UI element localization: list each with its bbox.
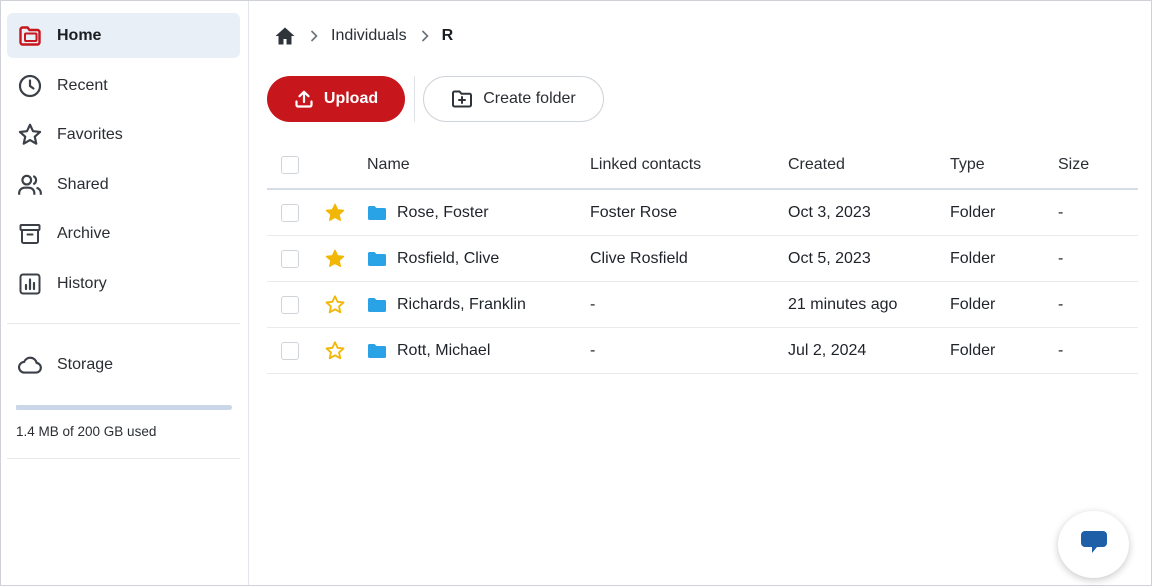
row-type: Folder bbox=[950, 249, 996, 267]
table-row[interactable]: Rosfield, Clive Clive Rosfield Oct 5, 2023… bbox=[267, 236, 1138, 282]
table-row[interactable]: Rose, Foster Foster Rose Oct 3, 2023 Folder… bbox=[267, 190, 1138, 236]
sidebar-item-favorites[interactable]: Favorites bbox=[7, 112, 240, 157]
row-linked-contacts: - bbox=[590, 341, 596, 359]
sidebar-divider bbox=[7, 323, 240, 324]
upload-icon bbox=[294, 89, 314, 109]
row-name: Rose, Foster bbox=[397, 203, 489, 221]
column-header-name[interactable]: Name bbox=[367, 142, 410, 188]
sidebar-divider bbox=[7, 458, 240, 459]
row-name-cell[interactable]: Richards, Franklin bbox=[367, 282, 526, 327]
star-outline-icon[interactable] bbox=[324, 282, 346, 327]
sidebar-item-home[interactable]: Home bbox=[7, 13, 240, 58]
star-filled-icon[interactable] bbox=[324, 236, 346, 281]
sidebar: Home Recent Favorites Shared Archive His… bbox=[1, 1, 249, 585]
star-icon bbox=[17, 122, 43, 148]
sidebar-item-archive[interactable]: Archive bbox=[7, 211, 240, 256]
column-header-created[interactable]: Created bbox=[788, 142, 845, 188]
column-header-size[interactable]: Size bbox=[1058, 142, 1089, 188]
star-filled-icon[interactable] bbox=[324, 190, 346, 235]
row-created: Oct 3, 2023 bbox=[788, 203, 871, 221]
row-checkbox[interactable] bbox=[281, 249, 299, 268]
row-created: Jul 2, 2024 bbox=[788, 341, 867, 359]
row-linked-contacts: Foster Rose bbox=[590, 203, 678, 221]
table-header: Name Linked contacts Created Type Size bbox=[267, 142, 1138, 190]
row-name-cell[interactable]: Rose, Foster bbox=[367, 190, 489, 235]
table-row[interactable]: Rott, Michael - Jul 2, 2024 Folder - bbox=[267, 328, 1138, 374]
sidebar-item-label: Home bbox=[57, 26, 102, 44]
users-icon bbox=[17, 172, 43, 198]
breadcrumb: Individuals R bbox=[274, 22, 453, 50]
toolbar-separator bbox=[414, 76, 415, 122]
row-select-cell bbox=[281, 282, 299, 327]
chat-bubble-icon bbox=[1080, 529, 1108, 560]
sidebar-item-history[interactable]: History bbox=[7, 261, 240, 306]
create-folder-button[interactable]: Create folder bbox=[423, 76, 604, 122]
row-size: - bbox=[1058, 249, 1064, 267]
sidebar-item-storage[interactable]: Storage bbox=[7, 342, 240, 387]
archive-box-icon bbox=[17, 221, 43, 247]
cloud-icon bbox=[17, 352, 43, 378]
row-type: Folder bbox=[950, 295, 996, 313]
select-all-checkbox[interactable] bbox=[281, 156, 299, 174]
row-linked-contacts: Clive Rosfield bbox=[590, 249, 688, 267]
row-size: - bbox=[1058, 203, 1064, 221]
row-checkbox[interactable] bbox=[281, 341, 299, 360]
row-name-cell[interactable]: Rosfield, Clive bbox=[367, 236, 499, 281]
row-select-cell bbox=[281, 236, 299, 281]
folder-icon bbox=[367, 297, 387, 313]
table-row[interactable]: Richards, Franklin - 21 minutes ago Folder - bbox=[267, 282, 1138, 328]
chat-button[interactable] bbox=[1058, 511, 1129, 578]
upload-button[interactable]: Upload bbox=[267, 76, 405, 122]
row-type: Folder bbox=[950, 203, 996, 221]
sidebar-item-recent[interactable]: Recent bbox=[7, 63, 240, 108]
select-all-cell bbox=[281, 142, 299, 188]
sidebar-item-label: Archive bbox=[57, 224, 111, 242]
folder-icon bbox=[367, 251, 387, 267]
row-size: - bbox=[1058, 295, 1064, 313]
storage-usage-text: 1.4 MB of 200 GB used bbox=[16, 424, 157, 439]
row-name: Rosfield, Clive bbox=[397, 249, 500, 267]
row-size: - bbox=[1058, 341, 1064, 359]
row-name: Richards, Franklin bbox=[397, 295, 526, 313]
row-name-cell[interactable]: Rott, Michael bbox=[367, 328, 490, 373]
chevron-right-icon bbox=[310, 30, 318, 42]
row-checkbox[interactable] bbox=[281, 295, 299, 314]
folder-icon bbox=[367, 205, 387, 221]
storage-progress-bar bbox=[16, 405, 232, 410]
column-header-type[interactable]: Type bbox=[950, 142, 985, 188]
storage-progress-fill bbox=[16, 405, 19, 410]
home-icon[interactable] bbox=[274, 26, 296, 46]
chevron-right-icon bbox=[421, 30, 429, 42]
breadcrumb-current: R bbox=[441, 27, 454, 44]
files-table: Name Linked contacts Created Type Size R… bbox=[267, 142, 1138, 374]
folder-plus-icon bbox=[451, 89, 473, 109]
row-select-cell bbox=[281, 190, 299, 235]
clock-icon bbox=[17, 73, 43, 99]
folder-icon bbox=[367, 343, 387, 359]
star-outline-icon[interactable] bbox=[324, 328, 346, 373]
row-select-cell bbox=[281, 328, 299, 373]
sidebar-item-label: History bbox=[57, 274, 107, 292]
sidebar-item-shared[interactable]: Shared bbox=[7, 162, 240, 207]
row-name: Rott, Michael bbox=[397, 341, 491, 359]
row-checkbox[interactable] bbox=[281, 203, 299, 222]
sidebar-item-label: Recent bbox=[57, 76, 108, 94]
row-created: 21 minutes ago bbox=[788, 295, 898, 313]
row-created: Oct 5, 2023 bbox=[788, 249, 871, 267]
chart-icon bbox=[17, 271, 43, 297]
upload-button-label: Upload bbox=[323, 90, 379, 107]
column-header-linked-contacts[interactable]: Linked contacts bbox=[590, 142, 701, 188]
row-type: Folder bbox=[950, 341, 996, 359]
home-folder-icon bbox=[17, 23, 43, 49]
sidebar-item-label: Favorites bbox=[57, 125, 123, 143]
storage-label: Storage bbox=[57, 355, 114, 373]
row-linked-contacts: - bbox=[590, 295, 596, 313]
breadcrumb-item-individuals[interactable]: Individuals bbox=[331, 27, 407, 45]
create-folder-button-label: Create folder bbox=[483, 90, 576, 107]
sidebar-item-label: Shared bbox=[57, 175, 109, 193]
